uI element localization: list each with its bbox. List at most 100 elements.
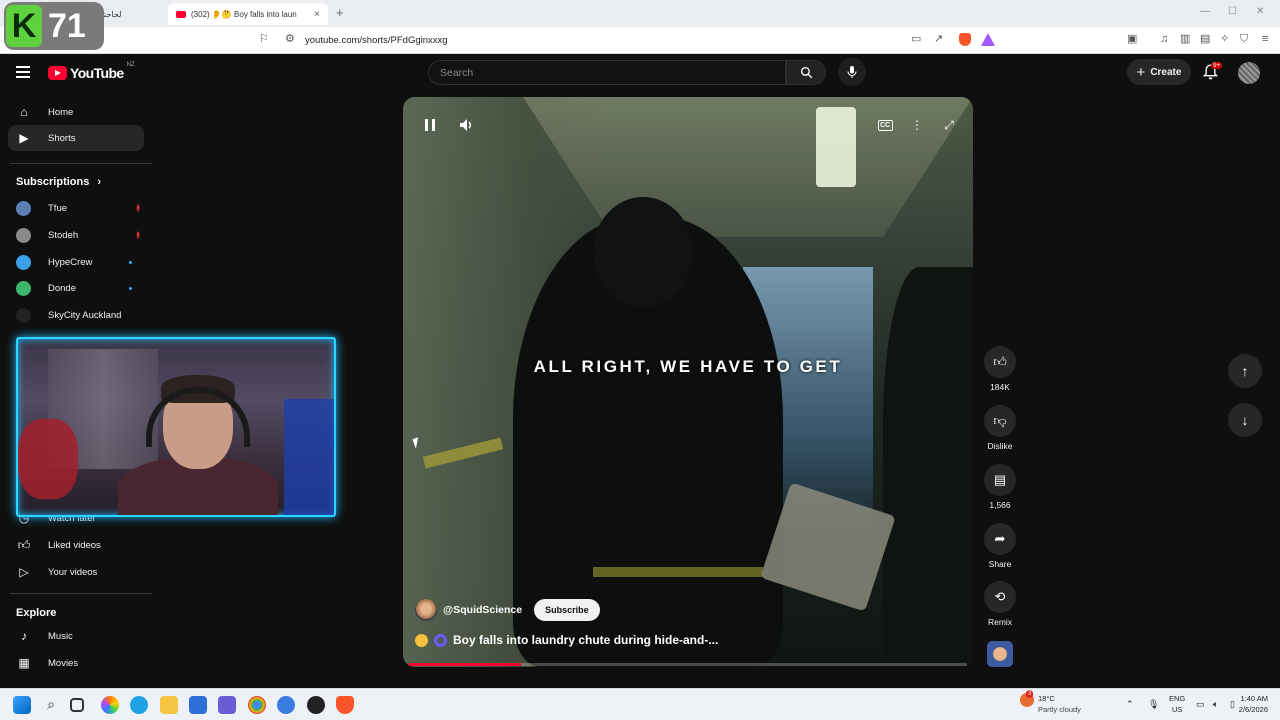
thumbs-down-icon[interactable]: 👎︎ xyxy=(984,405,1016,437)
sidebar-item-shorts[interactable]: ▶ Shorts xyxy=(8,125,144,151)
share-label: Share xyxy=(988,559,1012,569)
new-tab-button[interactable]: + xyxy=(336,5,344,20)
maximize-icon[interactable]: ☐ xyxy=(1228,6,1237,17)
more-options-icon[interactable]: ⋮ xyxy=(906,115,928,135)
file-explorer-icon[interactable] xyxy=(160,696,178,714)
copilot-icon[interactable] xyxy=(101,696,119,714)
windows-taskbar: ⌕ 3 18°C Partly cloudy ⌃ 🎙︎ ENG US ▭ 🔈︎ … xyxy=(0,688,1280,720)
video-progress-bar[interactable] xyxy=(409,663,967,666)
sidebar-item-liked-videos[interactable]: 👍︎ Liked videos xyxy=(8,532,144,558)
brave-shields-icon[interactable] xyxy=(959,33,971,46)
play-square-icon: ▷ xyxy=(19,565,29,579)
brave-browser-icon[interactable] xyxy=(336,696,354,714)
windows-start-icon[interactable] xyxy=(13,696,31,714)
channel-avatar xyxy=(16,254,31,270)
weather-temp: 18°C xyxy=(1038,694,1055,703)
edge-icon[interactable] xyxy=(130,696,148,714)
share-arrow-icon[interactable]: ➦ xyxy=(984,523,1016,555)
vpn-icon[interactable]: ⛉ xyxy=(1240,34,1248,45)
volume-button[interactable] xyxy=(455,115,477,135)
sidebar-item-movies[interactable]: ▦ Movies xyxy=(8,650,144,676)
like-action[interactable]: 👍︎ 184K xyxy=(981,346,1019,392)
youtube-header: YouTube NZ Search + Create 9+ xyxy=(0,54,1280,92)
app-icon[interactable] xyxy=(277,696,295,714)
channel-handle[interactable]: @SquidScience xyxy=(443,604,522,616)
search-icon[interactable]: ⌕ xyxy=(42,696,60,714)
pause-button[interactable] xyxy=(419,115,441,135)
subscription-item-hypecrew[interactable]: HypeCrew xyxy=(16,252,138,272)
shorts-video-player[interactable]: CC ⋮ ⤢ ALL RIGHT, WE HAVE TO GET @SquidS… xyxy=(403,97,973,667)
microphone-tray-icon[interactable]: 🎙︎ xyxy=(1148,699,1159,709)
weather-desc: Partly cloudy xyxy=(1038,705,1081,714)
comment-icon[interactable]: ▤ xyxy=(984,464,1016,496)
channel-name: Stodeh xyxy=(48,229,79,241)
explore-label: Explore xyxy=(16,607,57,619)
dislike-action[interactable]: 👎︎ Dislike xyxy=(981,405,1019,451)
video-scene-helmet xyxy=(593,197,693,307)
next-short-button[interactable]: ↓ xyxy=(1228,403,1262,437)
site-info-icon[interactable]: ⚙ xyxy=(285,34,295,45)
store-icon[interactable] xyxy=(189,696,207,714)
obs-icon[interactable] xyxy=(307,696,325,714)
wallet-icon[interactable]: ▤ xyxy=(1200,34,1210,45)
search-input[interactable]: Search xyxy=(428,60,786,85)
remix-icon[interactable]: ⟲ xyxy=(984,581,1016,613)
leo-ai-icon[interactable]: ✧ xyxy=(1220,34,1229,45)
captions-icon: CC xyxy=(877,119,893,131)
brave-rewards-icon[interactable] xyxy=(981,33,995,46)
speaker-icon[interactable]: 🔈︎ xyxy=(1213,699,1218,709)
bookmark-icon[interactable]: ⚐ xyxy=(259,34,269,45)
chrome-icon[interactable] xyxy=(248,696,266,714)
task-view-icon[interactable] xyxy=(70,698,84,712)
youtube-logo[interactable]: YouTube NZ xyxy=(48,62,135,81)
video-title: Boy falls into laundry chute during hide… xyxy=(453,633,719,647)
channel-row: @SquidScience Subscribe xyxy=(415,599,600,621)
share-action[interactable]: ➦ Share xyxy=(981,523,1019,569)
lang-bottom[interactable]: US xyxy=(1172,705,1182,715)
share-page-icon[interactable]: ↗ xyxy=(934,34,943,45)
sound-source-thumbnail[interactable] xyxy=(987,641,1013,667)
network-icon[interactable]: ▭ xyxy=(1196,699,1205,709)
previous-short-button[interactable]: ↑ xyxy=(1228,354,1262,388)
thumbs-up-icon[interactable]: 👍︎ xyxy=(984,346,1016,378)
close-window-icon[interactable]: ✕ xyxy=(1256,6,1264,17)
minimize-icon[interactable]: — xyxy=(1200,6,1210,17)
subscription-item-tfue[interactable]: Tfue ((•)) xyxy=(16,198,140,218)
captions-button[interactable]: CC xyxy=(874,115,896,135)
sidebar-item-your-videos[interactable]: ▷ Your videos xyxy=(8,559,144,585)
chevron-up-icon[interactable]: ⌃ xyxy=(1126,699,1134,709)
sidebar-toggle-icon[interactable]: ▣ xyxy=(1127,34,1137,45)
video-title-row[interactable]: Boy falls into laundry chute during hide… xyxy=(415,633,718,647)
search-button[interactable] xyxy=(786,60,826,85)
face-emoji-icon xyxy=(415,633,428,647)
subscriptions-header[interactable]: Subscriptions › xyxy=(16,176,101,188)
create-button[interactable]: + Create xyxy=(1127,59,1191,85)
subscribe-button[interactable]: Subscribe xyxy=(534,599,600,621)
media-icon[interactable]: ♫ xyxy=(1160,34,1168,45)
fullscreen-icon[interactable]: ⤢ xyxy=(938,115,960,135)
account-avatar[interactable] xyxy=(1238,62,1260,84)
channel-avatar[interactable] xyxy=(415,599,437,621)
reading-list-icon[interactable]: ▥ xyxy=(1180,34,1190,45)
comment-count: 1,566 xyxy=(989,500,1011,510)
cast-icon[interactable]: ▭ xyxy=(911,34,921,45)
comments-action[interactable]: ▤ 1,566 xyxy=(981,464,1019,510)
sidebar-item-home[interactable]: ⌂ Home xyxy=(8,99,144,125)
close-tab-icon[interactable]: × xyxy=(314,9,320,20)
sidebar-item-music[interactable]: ♪ Music xyxy=(8,623,144,649)
menu-icon[interactable]: ≡ xyxy=(1262,34,1268,45)
subscription-item-skycity[interactable]: SkyCity Auckland xyxy=(16,305,138,325)
browser-tab-2-active[interactable]: (302) 👂🤔 Boy falls into laun × xyxy=(168,3,328,25)
clock-time[interactable]: 1:40 AM xyxy=(1238,694,1268,704)
voice-search-button[interactable] xyxy=(838,58,866,86)
remix-action[interactable]: ⟲ Remix xyxy=(981,581,1019,627)
lang-top[interactable]: ENG xyxy=(1169,694,1185,704)
hamburger-menu-icon[interactable] xyxy=(16,66,30,81)
clock-date[interactable]: 2/6/2026 xyxy=(1230,705,1268,715)
teams-icon[interactable] xyxy=(218,696,236,714)
browser-tab-strip: (301) لحاحتي وأخاستي (302) 👂🤔 Boy falls … xyxy=(0,0,1280,27)
subscription-item-donde[interactable]: Donde xyxy=(16,278,138,298)
logo-letter: K xyxy=(6,5,42,47)
url-field[interactable]: youtube.com/shorts/PFdGginxxxg xyxy=(305,35,448,46)
subscription-item-stodeh[interactable]: Stodeh ((•)) xyxy=(16,225,140,245)
